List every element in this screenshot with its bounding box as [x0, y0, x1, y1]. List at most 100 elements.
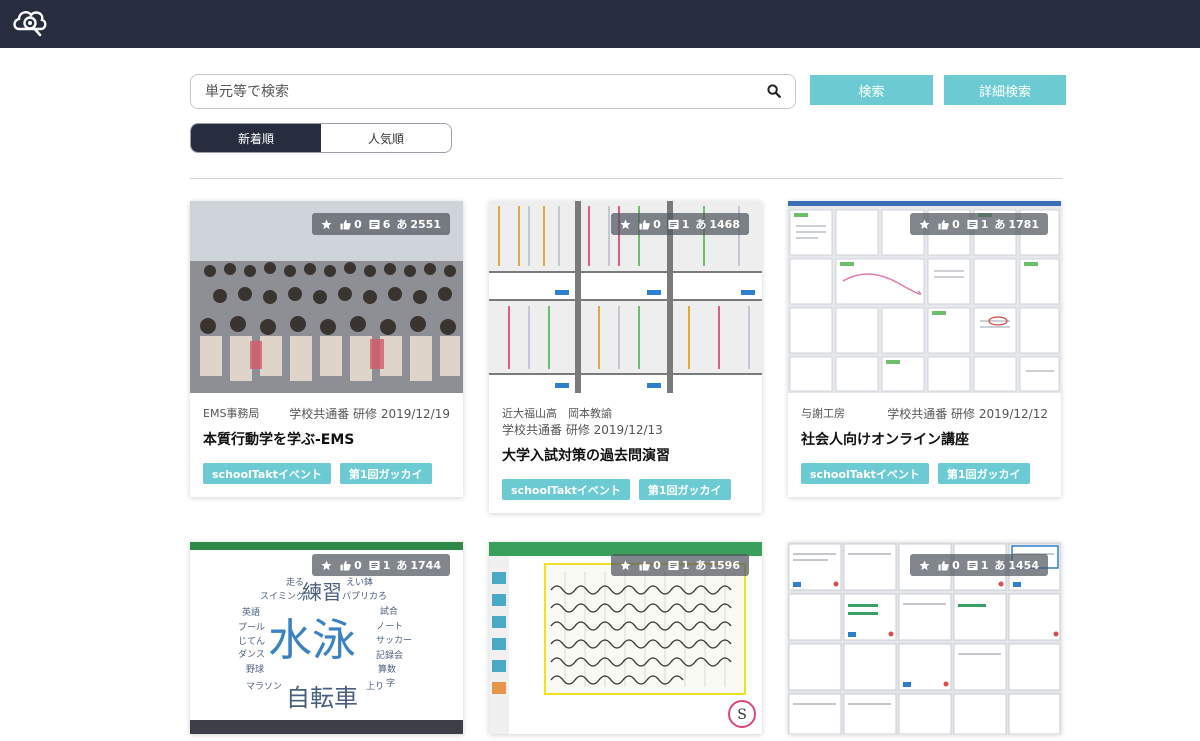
- sort-newest-tab[interactable]: 新着順: [191, 124, 321, 152]
- post-card[interactable]: 0 1 あ 1468 近大福山高 岡本教諭 学校共通番 研修 2019/12/1…: [489, 201, 762, 513]
- stats-badge: 0 1 あ 1468: [611, 213, 749, 235]
- tag-chip[interactable]: schoolTaktイベント: [203, 463, 331, 484]
- card-date: 学校共通番 研修 2019/12/19: [289, 407, 450, 421]
- word-small: 英語: [242, 608, 261, 618]
- tag-chip[interactable]: 第1回ガッカイ: [937, 463, 1030, 484]
- word-small: ノート: [376, 622, 404, 632]
- star-icon: [321, 218, 332, 229]
- post-card[interactable]: 0 1 あ 1454: [788, 542, 1061, 734]
- tag-chip[interactable]: schoolTaktイベント: [502, 479, 630, 500]
- card-thumbnail[interactable]: 0 1 あ 1468: [489, 201, 762, 393]
- views-glyph: あ: [396, 559, 408, 572]
- word-small: 上り: [366, 682, 385, 692]
- comment-icon: [967, 219, 978, 229]
- post-card[interactable]: 0 1 あ 1781 与謝工房 学校共通番 研修 2019/12/12 社会人向…: [788, 201, 1061, 497]
- tag-chip[interactable]: 第1回ガッカイ: [638, 479, 731, 500]
- comments-count: 1: [681, 558, 690, 572]
- star-icon: [919, 218, 930, 229]
- card-author[interactable]: 与謝工房: [801, 406, 845, 422]
- stats-badge: 0 1 あ 1781: [910, 213, 1048, 235]
- comment-icon: [668, 219, 679, 229]
- thumbs-up-icon: [340, 219, 351, 230]
- word-small: サッカー: [376, 636, 413, 646]
- word-small: 字: [386, 679, 396, 689]
- word-small: えい鉢: [346, 578, 374, 588]
- card-meta: 与謝工房 学校共通番 研修 2019/12/12: [788, 393, 1061, 422]
- thumbs-up-icon: [639, 219, 650, 230]
- card-thumbnail[interactable]: 0 1 あ 1454: [788, 542, 1061, 734]
- word-small: 算数: [378, 665, 397, 675]
- logo-icon[interactable]: [12, 7, 48, 39]
- stats-badge: 0 1 あ 1454: [910, 554, 1048, 576]
- sort-popular-tab[interactable]: 人気順: [321, 124, 451, 152]
- post-card[interactable]: 水泳 練習 自転車 走る スイミング えい鉢 パプリカろ 英語 プール じてん …: [190, 542, 463, 734]
- search-icon[interactable]: [767, 84, 781, 98]
- word-small: スイミング: [260, 592, 306, 602]
- card-title[interactable]: 本質行動学を学ぶ-EMS: [190, 422, 463, 450]
- word-small: じてん: [238, 637, 266, 647]
- views-count: 1744: [410, 558, 441, 572]
- views-glyph: あ: [695, 218, 707, 231]
- post-card[interactable]: 0 6 あ 2551 EMS事務局 学校共通番 研修 2019/12/19 本質…: [190, 201, 463, 497]
- word-small: ダンス: [238, 650, 265, 660]
- card-thumbnail[interactable]: 0 1 あ 1781: [788, 201, 1061, 393]
- thumbs-up-icon: [340, 560, 351, 571]
- stats-badge: 0 1 あ 1744: [312, 554, 450, 576]
- likes-count: 0: [952, 558, 960, 572]
- likes-count: 0: [952, 217, 960, 231]
- star-icon: [321, 559, 332, 570]
- word-small: 記録会: [376, 651, 404, 661]
- search-input[interactable]: [205, 81, 745, 103]
- views-glyph: あ: [994, 218, 1006, 231]
- star-icon: [620, 218, 631, 229]
- card-title[interactable]: 大学入試対策の過去問演習: [489, 438, 762, 466]
- views-count: 1781: [1008, 217, 1039, 231]
- comment-icon: [369, 560, 380, 570]
- likes-count: 0: [354, 217, 362, 231]
- thumbs-up-icon: [938, 219, 949, 230]
- card-thumbnail[interactable]: S 0 1 あ 1596: [489, 542, 762, 734]
- card-author[interactable]: EMS事務局: [203, 406, 259, 422]
- card-author[interactable]: 近大福山高 岡本教諭: [502, 406, 749, 422]
- sort-toggle: 新着順 人気順: [190, 123, 452, 153]
- card-thumbnail[interactable]: 0 6 あ 2551: [190, 201, 463, 393]
- star-icon: [620, 559, 631, 570]
- card-meta: 近大福山高 岡本教諭 学校共通番 研修 2019/12/13: [489, 393, 762, 438]
- card-date: 学校共通番 研修 2019/12/13: [502, 423, 663, 437]
- comment-icon: [668, 560, 679, 570]
- card-title[interactable]: 社会人向けオンライン講座: [788, 422, 1061, 450]
- word-main: 水泳: [268, 615, 356, 666]
- comments-count: 1: [681, 217, 690, 231]
- word-small: 野球: [246, 665, 265, 675]
- comment-icon: [369, 219, 380, 229]
- search-button[interactable]: 検索: [810, 75, 933, 105]
- views-glyph: あ: [695, 559, 707, 572]
- card-tags: schoolTaktイベント 第1回ガッカイ: [489, 466, 762, 513]
- word-sub2: 自転車: [286, 684, 358, 712]
- card-tags: schoolTaktイベント 第1回ガッカイ: [190, 450, 463, 497]
- advanced-search-button[interactable]: 詳細検索: [944, 75, 1066, 105]
- card-tags: schoolTaktイベント 第1回ガッカイ: [788, 450, 1061, 497]
- likes-count: 0: [354, 558, 362, 572]
- likes-count: 0: [653, 558, 661, 572]
- views-count: 1596: [709, 558, 740, 572]
- post-card[interactable]: S 0 1 あ 1596: [489, 542, 762, 734]
- word-small: プール: [238, 623, 266, 633]
- comments-count: 1: [980, 558, 989, 572]
- tag-chip[interactable]: 第1回ガッカイ: [339, 463, 432, 484]
- comments-count: 1: [382, 558, 391, 572]
- thumbs-up-icon: [639, 560, 650, 571]
- word-small: マラソン: [246, 682, 283, 692]
- views-count: 2551: [410, 217, 441, 231]
- word-small: パプリカろ: [342, 592, 388, 602]
- likes-count: 0: [653, 217, 661, 231]
- comments-count: 1: [980, 217, 989, 231]
- search-box: [190, 74, 796, 109]
- tag-chip[interactable]: schoolTaktイベント: [801, 463, 929, 484]
- card-thumbnail[interactable]: 水泳 練習 自転車 走る スイミング えい鉢 パプリカろ 英語 プール じてん …: [190, 542, 463, 734]
- svg-text:S: S: [737, 707, 747, 723]
- views-glyph: あ: [396, 218, 408, 231]
- word-sub1: 練習: [302, 580, 342, 604]
- views-count: 1454: [1008, 558, 1039, 572]
- views-glyph: あ: [994, 559, 1006, 572]
